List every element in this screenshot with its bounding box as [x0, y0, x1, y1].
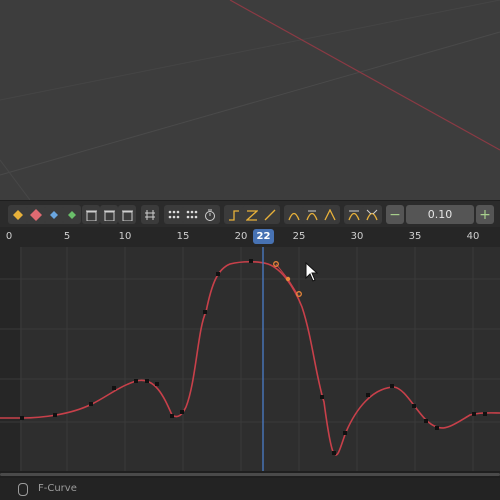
value-field[interactable]: 0.10: [406, 205, 474, 224]
horizontal-scrollbar[interactable]: [0, 471, 500, 478]
handle-icon[interactable]: [183, 205, 201, 224]
scrollbar-thumb[interactable]: [0, 473, 500, 476]
keyframe-diamond-icon[interactable]: [45, 205, 63, 224]
keyframe-diamond-icon[interactable]: [27, 205, 45, 224]
frame-label: 15: [176, 231, 190, 242]
interpolation-constant-icon[interactable]: [225, 205, 243, 224]
graph-editor-toolbar: − 0.10 +: [0, 200, 500, 228]
easing-icon[interactable]: [321, 205, 339, 224]
frame-label: 10: [118, 231, 132, 242]
frame-label: 20: [234, 231, 248, 242]
viewport-grid: [0, 0, 500, 200]
frame-label: 5: [63, 231, 71, 242]
interpolation-linear-icon[interactable]: [243, 205, 261, 224]
interpolation-bezier-icon[interactable]: [261, 205, 279, 224]
mouse-icon: [18, 483, 28, 496]
delete-keyframe-icon[interactable]: [100, 205, 118, 224]
f-curve: [0, 260, 500, 456]
tangent-icon[interactable]: [363, 205, 381, 224]
frame-ruler[interactable]: 0 5 10 15 20 25 30 35 40: [0, 227, 500, 247]
3d-viewport[interactable]: [0, 0, 500, 200]
status-label: F-Curve: [38, 483, 77, 494]
snap-icon[interactable]: [141, 205, 159, 224]
handle-icon[interactable]: [165, 205, 183, 224]
mouse-cursor-icon: [305, 262, 319, 282]
frame-label: 25: [292, 231, 306, 242]
f-curve-graph[interactable]: [0, 247, 500, 471]
frame-label: 0: [5, 231, 13, 242]
keyframe-diamond-icon[interactable]: [9, 205, 27, 224]
current-frame-indicator[interactable]: 22: [253, 229, 274, 244]
graph-canvas: [0, 247, 500, 471]
frame-label: 30: [350, 231, 364, 242]
delete-keyframe-icon[interactable]: [118, 205, 136, 224]
timer-icon[interactable]: [201, 205, 219, 224]
keyframe-diamond-icon[interactable]: [63, 205, 81, 224]
increment-button[interactable]: +: [476, 205, 494, 224]
frame-label: 35: [408, 231, 422, 242]
status-bar: F-Curve: [0, 478, 500, 500]
easing-icon[interactable]: [285, 205, 303, 224]
easing-icon[interactable]: [303, 205, 321, 224]
frame-label: 40: [466, 231, 480, 242]
decrement-button[interactable]: −: [386, 205, 404, 224]
delete-keyframe-icon[interactable]: [82, 205, 100, 224]
tangent-icon[interactable]: [345, 205, 363, 224]
